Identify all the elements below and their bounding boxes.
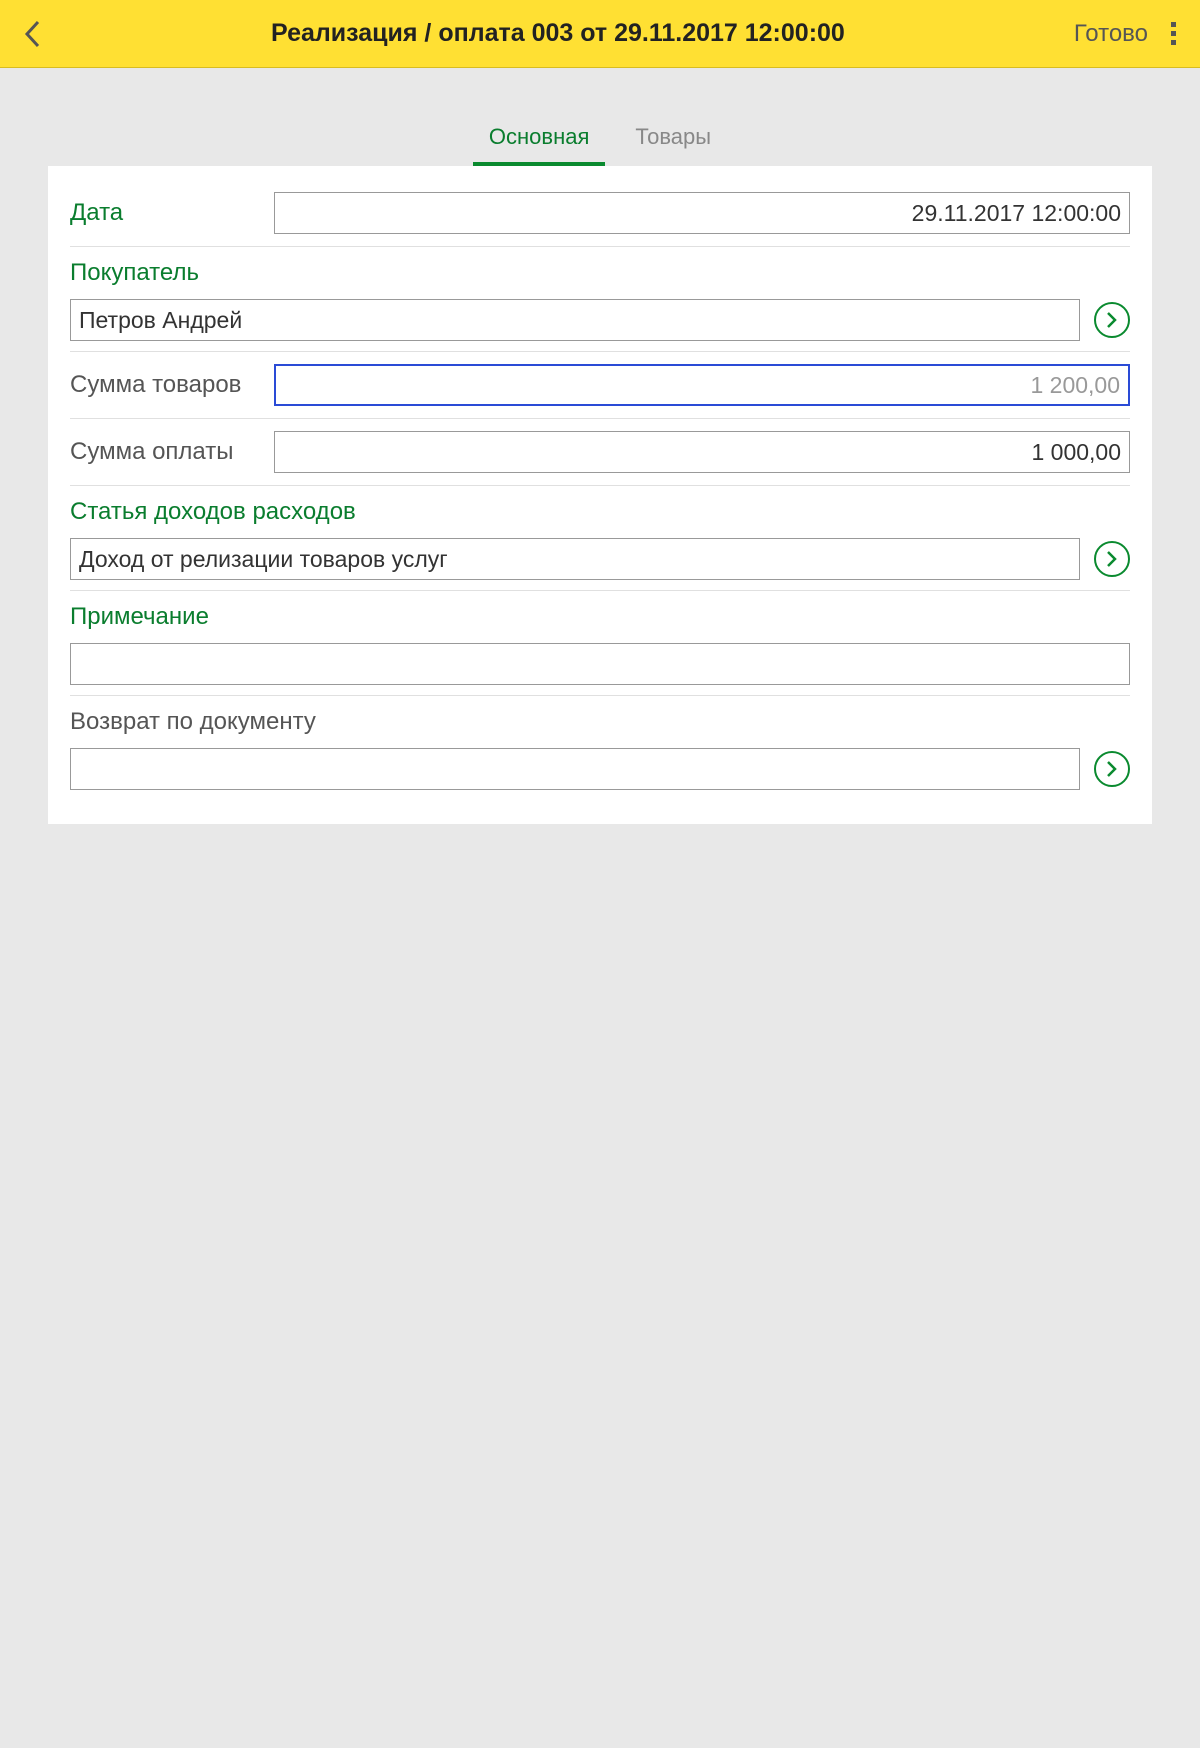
return-doc-select-button[interactable] <box>1094 751 1130 787</box>
return-doc-input[interactable] <box>70 748 1080 790</box>
field-row-income-article: Статья доходов расходов Доход от релизац… <box>70 486 1130 591</box>
income-article-input[interactable]: Доход от релизации товаров услуг <box>70 538 1080 580</box>
goods-sum-input[interactable]: 1 200,00 <box>274 364 1130 406</box>
app-header: Реализация / оплата 003 от 29.11.2017 12… <box>0 0 1200 68</box>
income-article-value: Доход от релизации товаров услуг <box>79 546 448 573</box>
goods-sum-value: 1 200,00 <box>1030 372 1120 399</box>
menu-dot-icon <box>1171 31 1176 36</box>
note-label: Примечание <box>70 603 1130 631</box>
note-input[interactable] <box>70 643 1130 685</box>
field-row-goods-sum: Сумма товаров 1 200,00 <box>70 352 1130 419</box>
menu-dot-icon <box>1171 22 1176 27</box>
chevron-right-icon <box>1106 760 1118 778</box>
buyer-input[interactable]: Петров Андрей <box>70 299 1080 341</box>
field-row-buyer: Покупатель Петров Андрей <box>70 247 1130 352</box>
buyer-label: Покупатель <box>70 259 1130 287</box>
field-row-return-doc: Возврат по документу <box>70 696 1130 800</box>
income-article-label: Статья доходов расходов <box>70 498 1130 526</box>
chevron-left-icon <box>23 19 41 49</box>
done-button[interactable]: Готово <box>1064 20 1158 48</box>
field-row-note: Примечание <box>70 591 1130 696</box>
date-input[interactable]: 29.11.2017 12:00:00 <box>274 192 1130 234</box>
menu-dot-icon <box>1171 40 1176 45</box>
field-row-date: Дата 29.11.2017 12:00:00 <box>70 180 1130 247</box>
back-button[interactable] <box>12 14 52 54</box>
tabs-container: Основная Товары <box>0 68 1200 166</box>
tab-goods[interactable]: Товары <box>627 112 719 166</box>
overflow-menu-button[interactable] <box>1158 22 1188 45</box>
buyer-select-button[interactable] <box>1094 302 1130 338</box>
return-doc-label: Возврат по документу <box>70 708 1130 736</box>
chevron-right-icon <box>1106 311 1118 329</box>
buyer-value: Петров Андрей <box>79 307 242 334</box>
tab-main[interactable]: Основная <box>481 112 597 166</box>
field-row-payment-sum: Сумма оплаты 1 000,00 <box>70 419 1130 486</box>
payment-sum-input[interactable]: 1 000,00 <box>274 431 1130 473</box>
date-label: Дата <box>70 199 260 227</box>
page-title: Реализация / оплата 003 от 29.11.2017 12… <box>52 19 1064 48</box>
date-value: 29.11.2017 12:00:00 <box>912 200 1121 227</box>
payment-sum-value: 1 000,00 <box>1031 439 1121 466</box>
form-card: Дата 29.11.2017 12:00:00 Покупатель Петр… <box>48 166 1152 824</box>
chevron-right-icon <box>1106 550 1118 568</box>
goods-sum-label: Сумма товаров <box>70 371 260 399</box>
payment-sum-label: Сумма оплаты <box>70 438 260 466</box>
income-article-select-button[interactable] <box>1094 541 1130 577</box>
